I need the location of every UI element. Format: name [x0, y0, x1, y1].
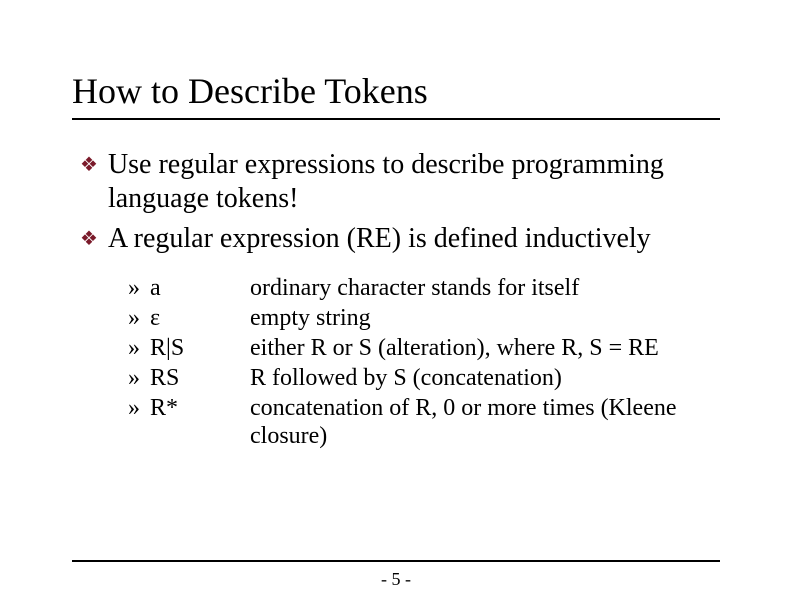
raquo-icon: »	[128, 394, 150, 422]
diamond-icon: ❖	[80, 222, 98, 256]
raquo-icon: »	[128, 334, 150, 362]
raquo-icon: »	[128, 364, 150, 392]
sub-symbol: ε	[150, 304, 250, 332]
sub-bullet-item: » R* concatenation of R, 0 or more times…	[128, 394, 720, 450]
bullet-text: Use regular expressions to describe prog…	[108, 148, 720, 216]
bullet-text: A regular expression (RE) is defined ind…	[108, 222, 651, 256]
sub-symbol: R*	[150, 394, 250, 422]
sub-symbol: RS	[150, 364, 250, 392]
sub-description: concatenation of R, 0 or more times (Kle…	[250, 394, 720, 450]
sub-description: R followed by S (concatenation)	[250, 364, 562, 392]
sub-description: empty string	[250, 304, 371, 332]
slide-title: How to Describe Tokens	[72, 70, 720, 120]
bullet-list: ❖ Use regular expressions to describe pr…	[80, 148, 720, 450]
sub-bullet-item: » R|S either R or S (alteration), where …	[128, 334, 720, 362]
page-number: - 5 -	[0, 569, 792, 590]
sub-bullet-item: » ε empty string	[128, 304, 720, 332]
footer-divider	[72, 560, 720, 562]
sub-symbol: a	[150, 274, 250, 302]
diamond-icon: ❖	[80, 148, 98, 182]
sub-bullet-item: » RS R followed by S (concatenation)	[128, 364, 720, 392]
sub-bullet-list: » a ordinary character stands for itself…	[128, 274, 720, 450]
raquo-icon: »	[128, 304, 150, 332]
sub-description: ordinary character stands for itself	[250, 274, 579, 302]
sub-description: either R or S (alteration), where R, S =…	[250, 334, 659, 362]
sub-bullet-item: » a ordinary character stands for itself	[128, 274, 720, 302]
bullet-item: ❖ Use regular expressions to describe pr…	[80, 148, 720, 216]
bullet-item: ❖ A regular expression (RE) is defined i…	[80, 222, 720, 256]
sub-symbol: R|S	[150, 334, 250, 362]
raquo-icon: »	[128, 274, 150, 302]
